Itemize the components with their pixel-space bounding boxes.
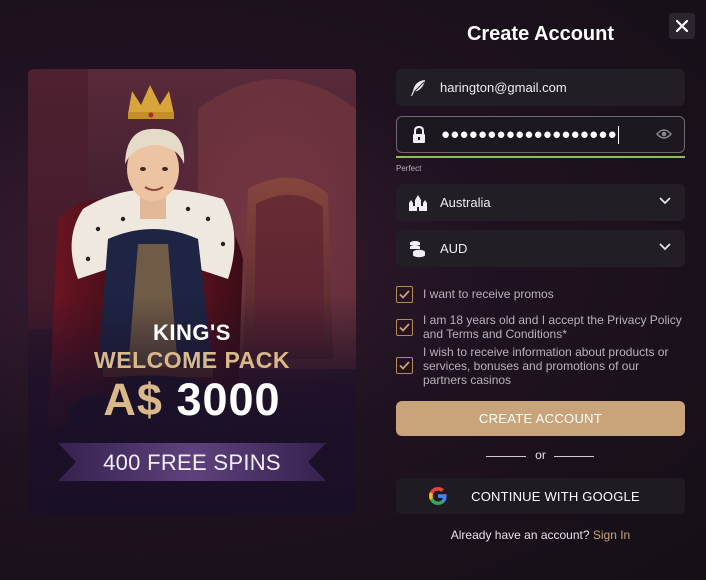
terms-consent: I am 18 years old and I accept the Priva…: [396, 313, 685, 341]
email-value: harington@gmail.com: [440, 80, 567, 95]
currency-select[interactable]: AUD: [396, 230, 685, 267]
close-icon: [675, 19, 689, 33]
password-strength-label: Perfect: [396, 164, 422, 173]
promo-title: KING'S: [153, 320, 231, 345]
castle-icon: [409, 194, 427, 211]
text-caret: [617, 125, 619, 144]
currency-value: AUD: [440, 241, 468, 256]
partners-consent: I wish to receive information about prod…: [396, 345, 685, 387]
promo-subtitle: WELCOME PACK: [94, 347, 290, 373]
divider-line: [554, 456, 594, 457]
chevron-down-icon: [659, 243, 671, 251]
terms-checkbox[interactable]: [396, 319, 413, 336]
country-value: Australia: [440, 195, 491, 210]
promos-label: I want to receive promos: [423, 287, 554, 301]
create-account-button[interactable]: CREATE ACCOUNT: [396, 401, 685, 436]
or-text: or: [535, 448, 546, 462]
promos-consent: I want to receive promos: [396, 286, 685, 303]
continue-with-google-button[interactable]: CONTINUE WITH GOOGLE: [396, 478, 685, 514]
google-button-label: CONTINUE WITH GOOGLE: [471, 488, 640, 504]
country-select[interactable]: Australia: [396, 184, 685, 221]
signin-row: Already have an account? Sign In: [396, 528, 685, 542]
close-button[interactable]: [669, 13, 695, 39]
checkmark-icon: [399, 323, 410, 332]
eye-icon[interactable]: [656, 128, 672, 140]
chevron-down-icon: [659, 197, 671, 205]
email-field[interactable]: harington@gmail.com: [396, 69, 685, 106]
create-account-dialog: Create Account KING'S WELCOME PACK A$ 30…: [0, 0, 706, 580]
welcome-pack-banner: KING'S WELCOME PACK A$ 3000 400 FREE SPI…: [28, 69, 356, 516]
promo-spins: 400 FREE SPINS: [103, 450, 281, 475]
promos-checkbox[interactable]: [396, 286, 413, 303]
password-strength-bar: [396, 156, 685, 158]
signin-prompt: Already have an account?: [450, 528, 590, 542]
lock-icon: [413, 125, 425, 143]
feather-icon: [411, 79, 425, 96]
dialog-title: Create Account: [466, 23, 615, 45]
password-field[interactable]: ●●●●●●●●●●●●●●●●●●●: [396, 116, 685, 153]
partners-checkbox[interactable]: [396, 357, 413, 374]
password-value: ●●●●●●●●●●●●●●●●●●●: [441, 126, 617, 143]
promo-value: 3000: [176, 374, 281, 425]
checkmark-icon: [399, 290, 410, 299]
terms-label: I am 18 years old and I accept the Priva…: [423, 313, 682, 341]
partners-label: I wish to receive information about prod…: [423, 345, 669, 387]
checkmark-icon: [399, 361, 410, 370]
promo-amount: A$ 3000: [28, 374, 356, 426]
coins-icon: [410, 240, 425, 257]
or-divider: or: [396, 448, 685, 464]
promo-currency: A$: [103, 374, 163, 425]
signin-link[interactable]: Sign In: [593, 528, 630, 542]
